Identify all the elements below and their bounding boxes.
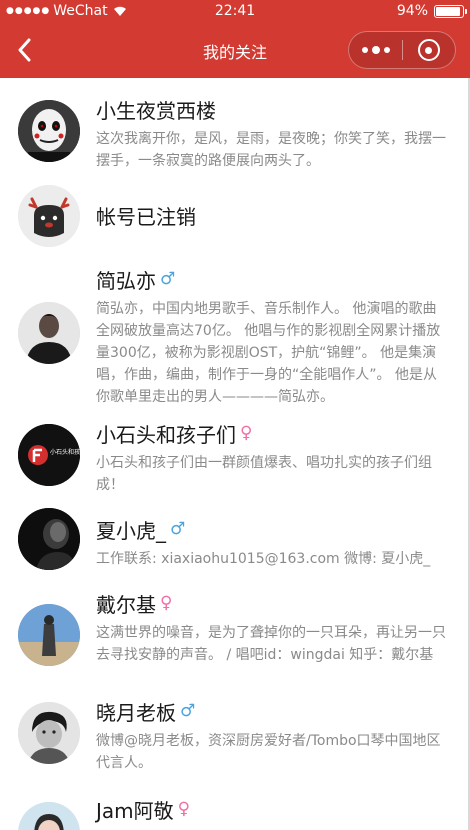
more-button[interactable] [349, 32, 402, 68]
name-row: 戴尔基 ♀ [96, 590, 450, 617]
avatar[interactable]: 小石头和孩子们 [18, 424, 80, 486]
name-row: 小生夜赏西楼 [96, 96, 450, 123]
female-gender-icon: ♀ [160, 592, 173, 613]
battery-icon [434, 4, 467, 18]
user-name: 简弘亦 [96, 268, 156, 293]
name-row: 帐号已注销 [96, 202, 450, 229]
name-row: 晓月老板 ♂ [96, 698, 450, 725]
user-bio: 这次我离开你，是风，是雨，是夜晚；你笑了笑，我摆一摆手，一条寂寞的路便展向两头了… [96, 131, 446, 169]
status-bar: ●●●●● WeChat 22:41 94% [0, 0, 470, 22]
follow-info: 简弘亦 ♂ 简弘亦，中国内地男歌手、音乐制作人。 他演唱的歌曲全网破放量高达70… [96, 266, 450, 408]
name-row: 简弘亦 ♂ [96, 266, 450, 293]
follow-info: 晓月老板 ♂ 微博@晓月老板，资深厨房爱好者/Tombo口琴中国地区代言人。 [96, 698, 450, 774]
girl-portrait-avatar-icon [18, 802, 80, 830]
avatar[interactable] [18, 702, 80, 764]
avatar[interactable] [18, 185, 80, 247]
deer-placeholder-avatar-icon [18, 185, 80, 247]
user-name: Jam阿敬 [96, 798, 174, 823]
name-row: 小石头和孩子们 ♀ [96, 420, 450, 447]
user-bio: 工作联系: xiaxiaohu1015@163.com 微博: 夏小虎_ [96, 551, 431, 567]
male-gender-icon: ♂ [170, 518, 186, 539]
user-name: 戴尔基 [96, 592, 156, 617]
close-button[interactable] [403, 32, 455, 68]
avatar[interactable] [18, 508, 80, 570]
follow-info: 帐号已注销 [96, 202, 450, 229]
male-gender-icon: ♂ [180, 700, 196, 721]
user-name: 小生夜赏西楼 [96, 98, 216, 123]
status-right: 94% [396, 3, 467, 19]
male-gender-icon: ♂ [160, 268, 176, 289]
user-bio: 小石头和孩子们由一群颜值爆表、唱功扎实的孩子们组成！ [96, 455, 432, 493]
target-close-icon [417, 39, 440, 61]
dark-portrait-avatar-icon [18, 508, 80, 570]
user-name: 夏小虎_ [96, 518, 166, 543]
bw-portrait-avatar-icon [18, 702, 80, 764]
user-bio: 这满世界的噪音，是为了聋掉你的一只耳朵，再让另一只去寻找安静的声音。 / 唱吧i… [96, 625, 446, 663]
user-name: 帐号已注销 [96, 204, 196, 229]
nav-bar: 我的关注 [0, 22, 470, 78]
landscape-photo-avatar-icon [18, 604, 80, 666]
female-gender-icon: ♀ [240, 422, 253, 443]
avatar[interactable] [18, 802, 80, 830]
name-row: Jam阿敬 ♀ [96, 796, 450, 823]
avatar-logo-text: 小石头和孩子们 [50, 448, 80, 456]
user-name: 晓月老板 [96, 700, 176, 725]
follow-info: 小生夜赏西楼 这次我离开你，是风，是雨，是夜晚；你笑了笑，我摆一摆手，一条寂寞的… [96, 96, 450, 172]
avatar[interactable] [18, 302, 80, 364]
user-bio: 微博@晓月老板，资深厨房爱好者/Tombo口琴中国地区代言人。 [96, 733, 441, 771]
follow-info: Jam阿敬 ♀ [96, 796, 450, 823]
avatar[interactable] [18, 100, 80, 162]
mini-program-capsule [348, 31, 456, 69]
follow-info: 小石头和孩子们 ♀ 小石头和孩子们由一群颜值爆表、唱功扎实的孩子们组成！ [96, 420, 450, 496]
follow-info: 戴尔基 ♀ 这满世界的噪音，是为了聋掉你的一只耳朵，再让另一只去寻找安静的声音。… [96, 590, 450, 666]
battery-fill [436, 6, 461, 16]
more-dots-icon [383, 47, 390, 53]
female-gender-icon: ♀ [177, 798, 191, 819]
more-dots-icon [361, 47, 368, 53]
masked-face-avatar-icon [18, 100, 80, 162]
name-row: 夏小虎_ ♂ [96, 516, 450, 543]
user-bio: 简弘亦，中国内地男歌手、音乐制作人。 他演唱的歌曲全网破放量高达70亿。 他唱与… [96, 301, 441, 405]
person-photo-avatar-icon [18, 302, 80, 364]
avatar[interactable] [18, 604, 80, 666]
band-logo-avatar-icon: 小石头和孩子们 [18, 424, 80, 486]
follow-info: 夏小虎_ ♂ 工作联系: xiaxiaohu1015@163.com 微博: 夏… [96, 516, 450, 570]
battery-percent: 94% [396, 3, 428, 19]
follow-list[interactable]: 小生夜赏西楼 这次我离开你，是风，是雨，是夜晚；你笑了笑，我摆一摆手，一条寂寞的… [0, 78, 468, 830]
more-dots-icon [371, 46, 380, 54]
user-name: 小石头和孩子们 [96, 422, 236, 447]
